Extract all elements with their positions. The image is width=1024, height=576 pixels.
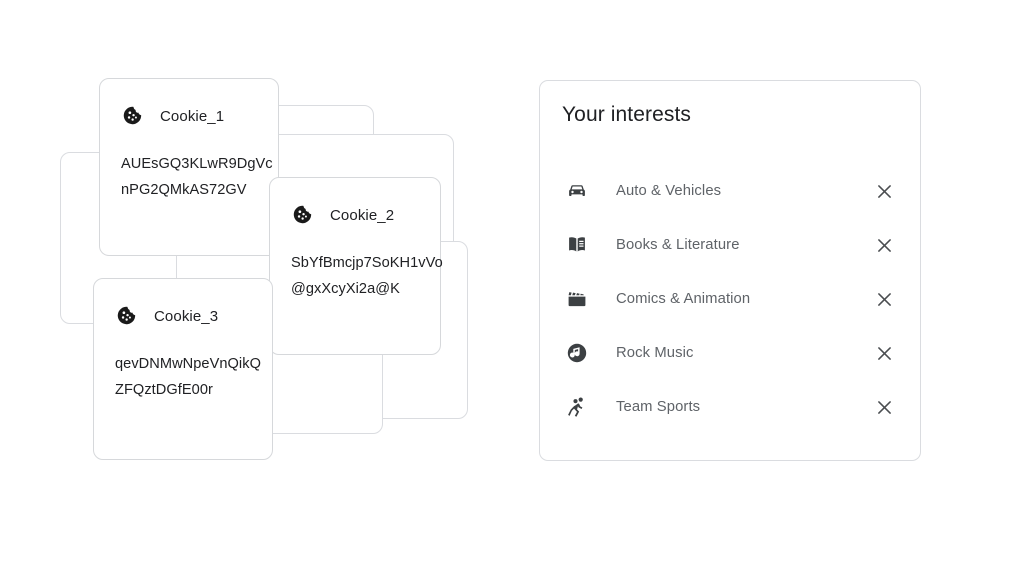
interest-label: Team Sports	[616, 399, 701, 415]
cookie-card-header: Cookie_2	[292, 204, 394, 226]
interest-row: Comics & Animation	[540, 272, 920, 326]
cookie-card-header: Cookie_3	[116, 305, 218, 327]
interest-row: Books & Literature	[540, 218, 920, 272]
clapperboard-icon	[564, 286, 590, 312]
cookie-icon	[292, 204, 314, 226]
interest-row: Auto & Vehicles	[540, 164, 920, 218]
cookie-card-value: AUEsGQ3KLwR9DgVcnPG2QMkAS72GV	[121, 156, 273, 198]
book-icon	[564, 232, 590, 258]
interest-row: Rock Music	[540, 326, 920, 380]
cookie-card-value: SbYfBmcjp7SoKH1vVo@gxXcyXi2a@K	[291, 255, 443, 297]
cookie-icon	[116, 305, 138, 327]
interest-label: Books & Literature	[616, 237, 740, 253]
remove-interest-button[interactable]	[870, 285, 898, 313]
sports-player-icon	[564, 394, 590, 420]
cookie-card[interactable]: Cookie_2 SbYfBmcjp7SoKH1vVo@gxXcyXi2a@K	[269, 177, 443, 355]
interest-label: Comics & Animation	[616, 291, 751, 307]
car-icon	[564, 178, 590, 204]
cookie-card-title: Cookie_1	[160, 107, 225, 125]
close-icon	[874, 235, 895, 256]
interest-label: Rock Music	[616, 345, 694, 361]
your-interests-panel: Your interests Auto & Vehicles Books & Li…	[539, 80, 921, 461]
interests-list: Auto & Vehicles Books & Literature Comics …	[540, 164, 920, 434]
cookie-card[interactable]: Cookie_3 qevDNMwNpeVnQikQZFQztDGfE00r	[93, 278, 273, 460]
cookie-card-header: Cookie_1	[122, 105, 224, 127]
close-icon	[874, 181, 895, 202]
remove-interest-button[interactable]	[870, 231, 898, 259]
close-icon	[874, 289, 895, 310]
close-icon	[874, 397, 895, 418]
interest-row: Team Sports	[540, 380, 920, 434]
cookie-card-title: Cookie_2	[330, 206, 395, 224]
interest-label: Auto & Vehicles	[616, 183, 722, 199]
music-note-icon	[564, 340, 590, 366]
page-title: Your interests	[562, 103, 692, 126]
cookie-card[interactable]: Cookie_1 AUEsGQ3KLwR9DgVcnPG2QMkAS72GV	[99, 78, 279, 256]
page-canvas: Cookie_1 AUEsGQ3KLwR9DgVcnPG2QMkAS72GV Coo…	[0, 0, 1024, 576]
cookie-icon	[122, 105, 144, 127]
remove-interest-button[interactable]	[870, 393, 898, 421]
cookie-card-stack: Cookie_1 AUEsGQ3KLwR9DgVcnPG2QMkAS72GV Coo…	[0, 0, 520, 500]
close-icon	[874, 343, 895, 364]
cookie-card-value: qevDNMwNpeVnQikQZFQztDGfE00r	[115, 356, 261, 398]
remove-interest-button[interactable]	[870, 177, 898, 205]
remove-interest-button[interactable]	[870, 339, 898, 367]
cookie-card-title: Cookie_3	[154, 307, 219, 325]
